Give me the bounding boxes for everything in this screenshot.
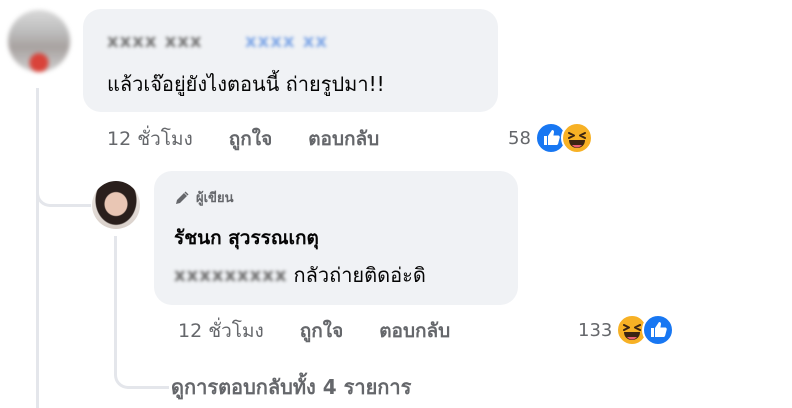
reply-reply-button[interactable]: ตอบกลับ: [379, 316, 450, 346]
comment-text: แล้วเจ๊อยู่ยังไงตอนนี้ ถ่ายรูปมา!!: [107, 72, 385, 96]
reply-time[interactable]: 12 ชั่วโมง: [178, 316, 264, 346]
reply-reaction-summary[interactable]: 133: [578, 314, 675, 346]
commenter-name[interactable]: xxxx xxx: [107, 31, 203, 52]
reaction-count: 58: [508, 127, 531, 149]
thread-line-main: [36, 88, 39, 408]
haha-icon: [560, 122, 593, 154]
view-more-replies-link[interactable]: ดูการตอบกลับทั้ง 4 รายการ: [171, 371, 411, 403]
author-badge: ผู้เขียน: [174, 187, 233, 208]
commenter-tag[interactable]: xxxx xx: [245, 31, 328, 52]
reply-actions: 12 ชั่วโมง ถูกใจ ตอบกลับ: [178, 316, 450, 346]
comment-bubble: xxxx xxx xxxx xx แล้วเจ๊อยู่ยังไงตอนนี้ …: [83, 9, 498, 112]
reply-text-row: xxxxxxxxx กลัวถ่ายติดอ่ะดิ: [174, 259, 426, 291]
reply-author-name[interactable]: รัชนก สุวรรณเกตุ: [174, 223, 319, 253]
like-button[interactable]: ถูกใจ: [229, 124, 272, 154]
reply-bubble: ผู้เขียน รัชนก สุวรรณเกตุ xxxxxxxxx กลัว…: [154, 171, 518, 305]
author-badge-label: ผู้เขียน: [196, 191, 234, 206]
reply-button[interactable]: ตอบกลับ: [308, 124, 379, 154]
reaction-summary[interactable]: 58: [508, 122, 593, 154]
reply-reaction-count: 133: [578, 319, 613, 341]
commenter-avatar[interactable]: [8, 10, 70, 72]
author-avatar[interactable]: [92, 181, 140, 229]
thread-connector-reply: [36, 168, 91, 207]
mention-tag[interactable]: xxxxxxxxx: [174, 265, 288, 286]
pen-icon: [176, 190, 189, 204]
comment-actions: 12 ชั่วโมง ถูกใจ ตอบกลับ: [107, 124, 379, 154]
reply-like-button[interactable]: ถูกใจ: [300, 316, 343, 346]
reply-text: กลัวถ่ายติดอ่ะดิ: [293, 263, 426, 287]
comment-time[interactable]: 12 ชั่วโมง: [107, 124, 193, 154]
like-icon: [642, 314, 675, 346]
